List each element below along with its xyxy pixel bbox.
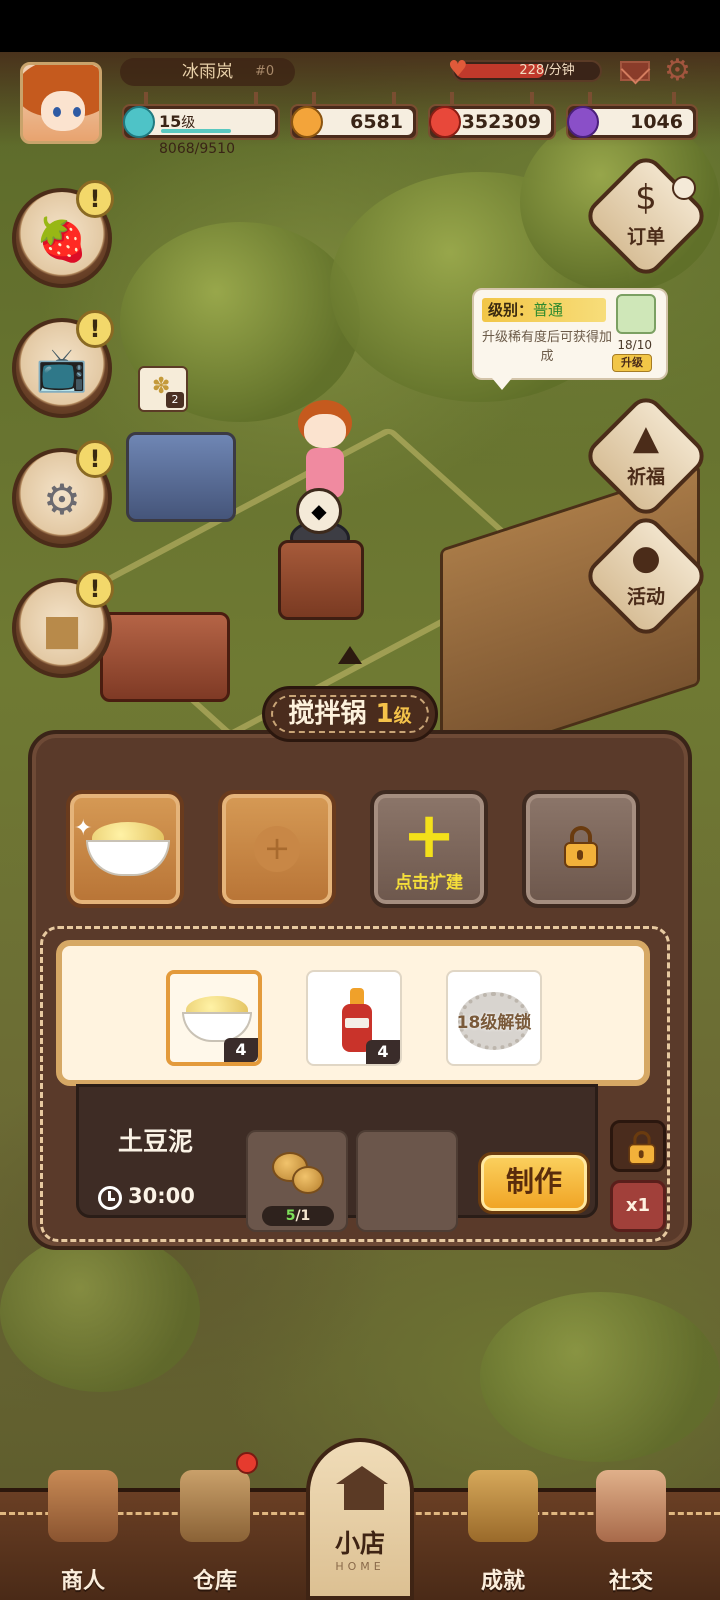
shop-icon <box>336 1466 388 1510</box>
nav-achievements[interactable]: 成就 <box>448 1470 558 1600</box>
gem-icon <box>567 106 599 138</box>
recipe-card-locked[interactable]: 18级解锁 <box>446 970 542 1066</box>
cooking-slot-1[interactable]: ✦ <box>66 790 184 908</box>
wheat-count: 2 <box>166 392 184 408</box>
warehouse-icon <box>180 1470 250 1542</box>
panel-pointer <box>338 646 362 664</box>
recipe-card-ketchup[interactable]: 4 <box>306 970 402 1066</box>
nav-achievements-label: 成就 <box>480 1569 525 1594</box>
panel-level-unit: 级 <box>393 706 412 727</box>
hearts-value: 352309 <box>461 111 541 133</box>
wheat-badge[interactable]: ✽ 2 <box>138 366 188 412</box>
coin-icon <box>291 106 323 138</box>
nav-social[interactable]: 社交 <box>576 1470 686 1600</box>
locked-tab[interactable] <box>610 1120 666 1172</box>
alert-icon: ! <box>76 180 114 218</box>
nav-warehouse[interactable]: 仓库 <box>160 1470 270 1600</box>
alert-icon: ! <box>76 310 114 348</box>
events-label: 活动 <box>626 586 665 608</box>
meat-icon: ♥ <box>448 57 468 82</box>
cooking-marker-icon[interactable]: ◆ <box>296 488 342 534</box>
locked-slot[interactable] <box>522 790 640 908</box>
status-bar <box>0 0 720 52</box>
sparkle-icon: ✦ <box>74 816 93 841</box>
potato-icon <box>292 1166 324 1194</box>
achievements-icon <box>468 1470 538 1542</box>
material-progress: 5/1 <box>262 1206 334 1226</box>
mixer-pot-icon <box>616 294 656 334</box>
empty-slot-icon: + <box>254 826 300 872</box>
social-icon <box>596 1470 666 1542</box>
player-avatar[interactable] <box>20 62 102 144</box>
unlock-level-label: 18级解锁 <box>456 1013 532 1033</box>
material-slot-potato[interactable]: 5/1 <box>246 1130 348 1232</box>
xp-bar <box>161 129 231 133</box>
nav-home-label: 小店 <box>334 1529 385 1558</box>
player-id: #0 <box>255 64 275 79</box>
lock-icon <box>564 826 598 868</box>
nav-warehouse-label: 仓库 <box>192 1569 237 1594</box>
gear-icon[interactable]: ⚙ <box>664 56 694 86</box>
player-character[interactable] <box>290 400 360 500</box>
timer-badge-icon <box>672 176 696 200</box>
recipe-card-mashed-potato[interactable]: 4 <box>166 970 262 1066</box>
xp-value: 8068/9510 <box>159 141 235 157</box>
lock-icon <box>628 1131 656 1165</box>
player-name-text: 冰雨岚 <box>182 62 233 82</box>
upgrade-count: 18/10 <box>617 338 652 352</box>
alert-icon: ! <box>76 440 114 478</box>
gems-display[interactable]: 1046 <box>566 92 698 140</box>
upgrade-button[interactable]: 升级 <box>612 354 652 372</box>
merchant-icon <box>48 1470 118 1542</box>
events-icon: ● <box>631 538 661 578</box>
recipe-count: 4 <box>366 1040 400 1064</box>
hearts-display[interactable]: 352309 <box>428 92 556 140</box>
pray-label: 祈福 <box>626 466 665 488</box>
nav-home[interactable]: 小店 HOME <box>306 1438 414 1600</box>
rarity-label: 级别：普通 <box>482 298 606 322</box>
rarity-value: 普通 <box>533 301 564 319</box>
heart-icon <box>429 106 461 138</box>
gems-value: 1046 <box>630 111 683 133</box>
mashed-potato-bowl-icon <box>86 820 170 876</box>
star-level-icon <box>123 106 155 138</box>
grinder-machine[interactable] <box>126 432 236 522</box>
bush <box>0 1232 200 1392</box>
expand-slot-button[interactable]: + 点击扩建 <box>370 790 488 908</box>
mail-icon[interactable] <box>620 61 650 81</box>
plus-icon: + <box>402 799 456 873</box>
make-button[interactable]: 制作 <box>478 1152 590 1214</box>
stone-mill[interactable] <box>100 612 230 702</box>
nav-merchant-label: 商人 <box>60 1569 105 1594</box>
cooking-slot-2[interactable]: + <box>218 790 336 908</box>
coins-display[interactable]: 6581 <box>290 92 418 140</box>
craft-timer: 30:00 <box>128 1184 195 1208</box>
panel-title-text: 搅拌锅 <box>288 699 367 729</box>
nav-social-label: 社交 <box>608 1569 653 1594</box>
panel-title: 搅拌锅 1级 <box>262 686 438 742</box>
bush <box>480 1292 720 1462</box>
pray-button[interactable]: ▲ 祈福 <box>600 410 692 502</box>
expand-label: 点击扩建 <box>395 873 463 893</box>
rarity-tooltip: 级别：普通 升级稀有度后可获得加成 18/10 升级 <box>472 288 668 390</box>
material-slot-empty[interactable] <box>356 1130 458 1232</box>
multiplier-tab[interactable]: x1 <box>610 1180 666 1232</box>
rarity-description: 升级稀有度后可获得加成 <box>482 330 613 364</box>
pray-icon: ▲ <box>632 418 660 458</box>
alert-icon: ! <box>76 570 114 608</box>
notification-dot <box>236 1452 258 1474</box>
events-button[interactable]: ● 活动 <box>600 530 692 622</box>
nav-home-sub: HOME <box>335 1560 385 1573</box>
clock-icon <box>98 1186 122 1210</box>
level-xp-display[interactable]: 15级 8068/9510 <box>122 92 280 157</box>
recipe-name: 土豆泥 <box>118 1127 194 1156</box>
orders-label: 订单 <box>626 226 665 248</box>
nav-merchant[interactable]: 商人 <box>28 1470 138 1600</box>
mashed-potato-icon <box>182 994 252 1044</box>
recipe-count: 4 <box>224 1038 258 1062</box>
mixer-pot[interactable] <box>278 540 364 620</box>
panel-level: 1 <box>375 699 394 729</box>
coins-value: 6581 <box>350 111 403 133</box>
